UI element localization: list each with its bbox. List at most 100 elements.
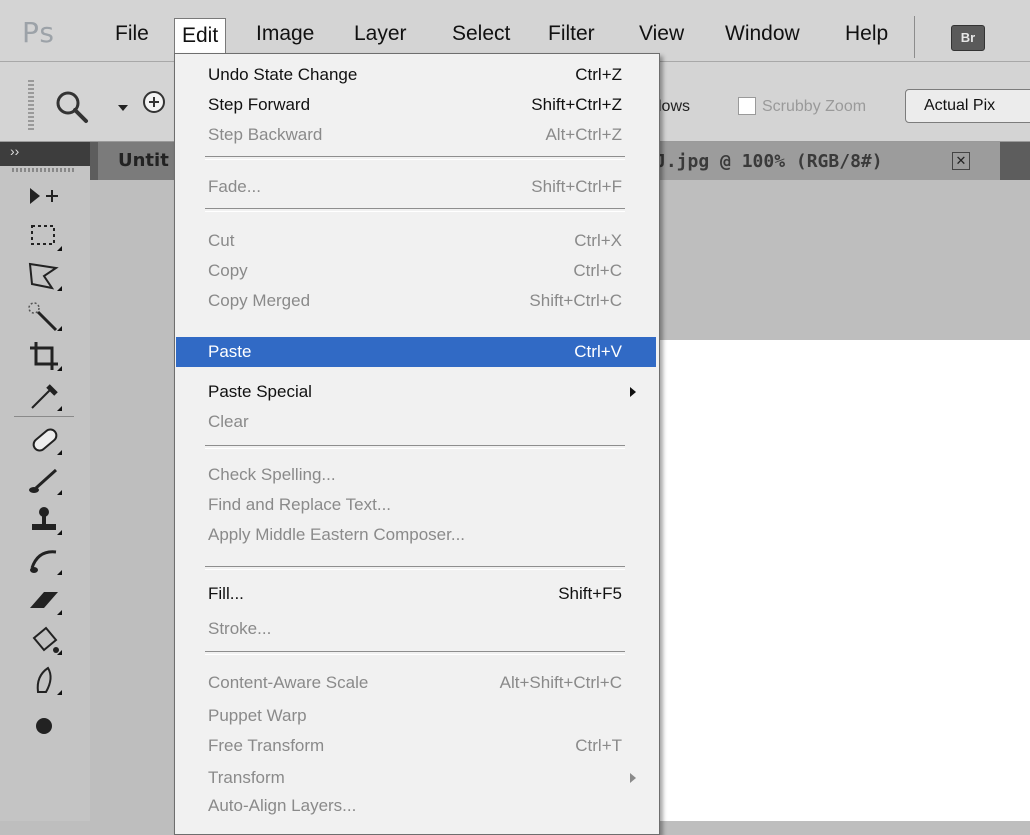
menu-item-find-replace[interactable]: Find and Replace Text... xyxy=(176,490,656,520)
menu-item-shortcut: Shift+F5 xyxy=(558,584,622,603)
tools-grip[interactable] xyxy=(12,168,74,172)
bridge-button[interactable]: Br xyxy=(951,25,985,51)
eraser-tool-icon[interactable] xyxy=(22,582,66,618)
menu-select[interactable]: Select xyxy=(445,18,517,54)
menu-item-paste-special[interactable]: Paste Special xyxy=(176,377,656,407)
menu-file[interactable]: File xyxy=(108,18,156,54)
tools-panel: ›› xyxy=(0,142,90,821)
paint-bucket-tool-icon[interactable] xyxy=(22,622,66,658)
menu-item-undo[interactable]: Undo State Change Ctrl+Z xyxy=(176,60,656,90)
menu-item-shortcut: Ctrl+X xyxy=(574,231,622,250)
menu-item-step-backward[interactable]: Step Backward Alt+Ctrl+Z xyxy=(176,120,656,150)
menu-item-label: Puppet Warp xyxy=(208,706,307,725)
menu-item-shortcut: Ctrl+V xyxy=(574,342,622,361)
close-tab-icon[interactable]: ✕ xyxy=(952,152,970,170)
menu-help[interactable]: Help xyxy=(838,18,895,54)
menu-separator xyxy=(205,651,625,655)
menu-item-label: Step Forward xyxy=(208,95,311,114)
menu-item-label: Stroke... xyxy=(208,619,272,638)
menu-item-label: Undo State Change xyxy=(208,65,358,84)
menu-item-paste[interactable]: Paste Ctrl+V xyxy=(176,337,656,367)
menu-window[interactable]: Window xyxy=(718,18,807,54)
menu-item-cut[interactable]: Cut Ctrl+X xyxy=(176,226,656,256)
menu-edit[interactable]: Edit xyxy=(174,18,227,54)
menu-separator xyxy=(205,208,625,212)
menu-layer[interactable]: Layer xyxy=(347,18,414,54)
menu-item-label: Paste Special xyxy=(208,382,312,401)
menu-item-label: Copy xyxy=(208,261,248,280)
menu-image[interactable]: Image xyxy=(249,18,321,54)
spot-healing-brush-tool-icon[interactable] xyxy=(22,422,66,458)
menu-item-clear[interactable]: Clear xyxy=(176,407,656,437)
rectangular-marquee-tool-icon[interactable] xyxy=(22,218,66,254)
document-tab-title: J.jpg @ 100% (RGB/8#) xyxy=(655,151,883,172)
tool-preset-dropdown-icon[interactable] xyxy=(118,105,128,111)
document-tab-untitled-label: Untit xyxy=(118,150,169,171)
edit-menu-dropdown: Undo State Change Ctrl+Z Step Forward Sh… xyxy=(174,53,660,835)
document-tab-active[interactable]: J.jpg @ 100% (RGB/8#) ✕ xyxy=(600,142,1000,180)
menu-item-transform[interactable]: Transform xyxy=(176,763,656,793)
scrubby-zoom-label: Scrubby Zoom xyxy=(762,98,867,115)
menu-filter[interactable]: Filter xyxy=(541,18,602,54)
menu-item-fill[interactable]: Fill... Shift+F5 xyxy=(176,579,656,609)
menu-item-copy[interactable]: Copy Ctrl+C xyxy=(176,256,656,286)
menu-item-label: Check Spelling... xyxy=(208,465,336,484)
options-grip[interactable] xyxy=(28,80,34,130)
menu-item-label: Cut xyxy=(208,231,235,250)
menu-item-label: Free Transform xyxy=(208,736,325,755)
menu-item-shortcut: Ctrl+T xyxy=(575,736,622,755)
menu-item-label: Paste xyxy=(208,342,252,361)
menu-separator xyxy=(205,566,625,570)
history-brush-tool-icon[interactable] xyxy=(22,542,66,578)
menu-item-free-transform[interactable]: Free Transform Ctrl+T xyxy=(176,731,656,761)
blur-tool-icon[interactable] xyxy=(22,662,66,698)
menu-item-fade[interactable]: Fade... Shift+Ctrl+F xyxy=(176,172,656,202)
menu-item-content-aware-scale[interactable]: Content-Aware Scale Alt+Shift+Ctrl+C xyxy=(176,668,656,698)
eyedropper-tool-icon[interactable] xyxy=(22,378,66,414)
menu-item-step-forward[interactable]: Step Forward Shift+Ctrl+Z xyxy=(176,90,656,120)
zoom-in-icon[interactable] xyxy=(140,88,176,124)
menu-item-shortcut: Alt+Ctrl+Z xyxy=(545,125,622,144)
menu-separator xyxy=(205,156,625,160)
menu-item-label: Fill... xyxy=(208,584,244,603)
collapse-panel-icon[interactable]: ›› xyxy=(10,143,19,159)
menu-item-label: Transform xyxy=(208,768,285,787)
tool-group-divider xyxy=(14,416,74,417)
move-tool-icon[interactable] xyxy=(22,178,66,214)
resize-windows-label: lows xyxy=(658,98,691,115)
menu-separator xyxy=(914,16,915,58)
menu-item-puppet-warp[interactable]: Puppet Warp xyxy=(176,701,656,731)
actual-pixels-button[interactable]: Actual Pix xyxy=(905,89,1030,123)
menu-item-shortcut: Shift+Ctrl+F xyxy=(531,177,622,196)
polygonal-lasso-tool-icon[interactable] xyxy=(22,258,66,294)
menu-item-middle-eastern-composer[interactable]: Apply Middle Eastern Composer... xyxy=(176,520,656,550)
document-canvas[interactable] xyxy=(655,340,1030,821)
submenu-arrow-icon xyxy=(630,387,636,397)
menu-item-label: Find and Replace Text... xyxy=(208,495,392,514)
scrubby-zoom-checkbox[interactable] xyxy=(738,97,756,115)
menu-item-shortcut: Ctrl+Z xyxy=(575,65,622,84)
brush-tool-icon[interactable] xyxy=(22,462,66,498)
crop-tool-icon[interactable] xyxy=(22,338,66,374)
menu-item-shortcut: Shift+Ctrl+Z xyxy=(531,95,622,114)
menu-item-check-spelling[interactable]: Check Spelling... xyxy=(176,460,656,490)
photoshop-logo: Ps xyxy=(22,16,55,49)
menu-item-copy-merged[interactable]: Copy Merged Shift+Ctrl+C xyxy=(176,286,656,316)
menu-separator xyxy=(205,445,625,449)
menu-item-label: Copy Merged xyxy=(208,291,311,310)
tools-panel-header[interactable]: ›› xyxy=(0,142,90,166)
clone-stamp-tool-icon[interactable] xyxy=(22,502,66,538)
zoom-tool-icon[interactable] xyxy=(52,87,92,127)
tools-list xyxy=(0,166,90,821)
menu-item-stroke[interactable]: Stroke... xyxy=(176,614,656,644)
menu-item-label: Step Backward xyxy=(208,125,323,144)
menu-view[interactable]: View xyxy=(632,18,691,54)
menu-item-shortcut: Shift+Ctrl+C xyxy=(529,291,622,310)
magic-wand-tool-icon[interactable] xyxy=(22,298,66,334)
menu-item-label: Fade... xyxy=(208,177,261,196)
menu-item-auto-align-layers[interactable]: Auto-Align Layers... xyxy=(176,791,656,821)
menu-item-label: Auto-Align Layers... xyxy=(208,796,357,815)
menu-item-shortcut: Ctrl+C xyxy=(573,261,622,280)
menu-item-label: Content-Aware Scale xyxy=(208,673,369,692)
dodge-tool-icon[interactable] xyxy=(22,702,66,738)
